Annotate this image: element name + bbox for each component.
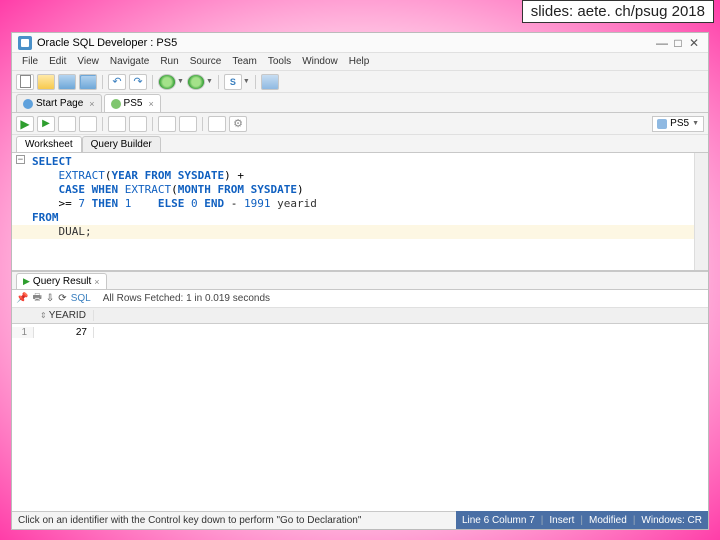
result-tabs: ▶ Query Result × — [12, 272, 708, 290]
column-header-yearid[interactable]: ⇕YEARID — [34, 310, 94, 321]
run-script-icon[interactable]: ▶ — [37, 116, 55, 132]
sort-icon: ⇕ — [40, 311, 47, 320]
menu-run[interactable]: Run — [156, 55, 182, 68]
worksheet-inner-tabs: Worksheet Query Builder — [12, 135, 708, 153]
save-icon[interactable] — [58, 74, 76, 90]
page-icon — [23, 99, 33, 109]
statusbar-right: Line 6 Column 7 | Insert | Modified | Wi… — [456, 511, 708, 529]
close-tab-icon[interactable]: × — [89, 99, 94, 109]
undo-icon[interactable] — [108, 74, 126, 90]
back-icon[interactable] — [158, 74, 176, 90]
scrollbar[interactable] — [694, 153, 708, 270]
menu-help[interactable]: Help — [345, 55, 374, 68]
sql-label: SQL — [71, 293, 91, 304]
clear-icon[interactable] — [208, 116, 226, 132]
connection-name: PS5 — [670, 118, 689, 129]
tab-ps5[interactable]: PS5 × — [104, 94, 161, 112]
result-icon: ▶ — [23, 276, 30, 287]
chevron-down-icon[interactable]: ▼ — [243, 78, 250, 85]
status-modified: Modified — [589, 515, 627, 526]
row-number: 1 — [12, 327, 34, 338]
status-platform: Windows: CR — [641, 515, 702, 526]
result-tab-label: Query Result — [33, 276, 91, 287]
tab-query-builder[interactable]: Query Builder — [82, 136, 161, 152]
status-linecol: Line 6 Column 7 — [462, 515, 535, 526]
db-icon[interactable] — [261, 74, 279, 90]
save-all-icon[interactable] — [79, 74, 97, 90]
pin-icon[interactable]: 📌 — [16, 293, 28, 304]
new-icon[interactable] — [16, 74, 34, 90]
window-title: Oracle SQL Developer : PS5 — [37, 37, 177, 49]
forward-icon[interactable] — [187, 74, 205, 90]
chevron-down-icon[interactable]: ▼ — [206, 78, 213, 85]
titlebar: Oracle SQL Developer : PS5 — □ ✕ — [12, 33, 708, 53]
fetch-status: All Rows Fetched: 1 in 0.019 seconds — [103, 293, 270, 304]
worksheet-icon — [111, 99, 121, 109]
menu-tools[interactable]: Tools — [264, 55, 295, 68]
rollback-icon[interactable] — [158, 116, 176, 132]
result-toolbar: 📌 🖶 ⇩ ⟳ SQL All Rows Fetched: 1 in 0.019… — [12, 290, 708, 308]
close-tab-icon[interactable]: × — [148, 99, 153, 109]
fetch-icon[interactable]: ⟳ — [58, 293, 66, 304]
sql-editor[interactable]: − SELECT EXTRACT(YEAR FROM SYSDATE) + CA… — [12, 153, 708, 271]
menu-window[interactable]: Window — [298, 55, 342, 68]
unshared-icon[interactable] — [179, 116, 197, 132]
sql-tuning-icon[interactable] — [108, 116, 126, 132]
run-statement-icon[interactable]: ▶ — [16, 116, 34, 132]
sqldeveloper-window: Oracle SQL Developer : PS5 — □ ✕ File Ed… — [11, 32, 709, 530]
close-tab-icon[interactable]: × — [94, 277, 99, 287]
close-button[interactable]: ✕ — [686, 36, 702, 50]
open-icon[interactable] — [37, 74, 55, 90]
tab-start-page[interactable]: Start Page × — [16, 94, 102, 112]
result-panel: ▶ Query Result × 📌 🖶 ⇩ ⟳ SQL All Rows Fe… — [12, 271, 708, 511]
status-insert: Insert — [549, 515, 574, 526]
grid-header: ⇕YEARID — [12, 308, 708, 324]
cell-yearid: 27 — [34, 327, 94, 338]
explain-plan-icon[interactable] — [58, 116, 76, 132]
menu-team[interactable]: Team — [228, 55, 260, 68]
autotrace-icon[interactable] — [79, 116, 97, 132]
chevron-down-icon[interactable]: ▼ — [177, 78, 184, 85]
menu-file[interactable]: File — [18, 55, 42, 68]
tab-label: PS5 — [124, 98, 143, 109]
slide-url-banner: slides: aete. ch/psug 2018 — [522, 0, 714, 23]
app-icon — [18, 36, 32, 50]
chevron-down-icon: ▼ — [692, 120, 699, 127]
sql-icon[interactable] — [224, 74, 242, 90]
menu-edit[interactable]: Edit — [45, 55, 70, 68]
main-toolbar: ▼ ▼ ▼ — [12, 71, 708, 93]
settings-icon[interactable]: ⚙ — [229, 116, 247, 132]
maximize-button[interactable]: □ — [670, 36, 686, 50]
redo-icon[interactable] — [129, 74, 147, 90]
grid-row[interactable]: 1 27 — [12, 324, 708, 340]
tab-worksheet[interactable]: Worksheet — [16, 136, 82, 152]
tab-query-result[interactable]: ▶ Query Result × — [16, 273, 107, 289]
menubar: File Edit View Navigate Run Source Team … — [12, 53, 708, 71]
commit-icon[interactable] — [129, 116, 147, 132]
export-icon[interactable]: ⇩ — [46, 293, 54, 304]
document-tabs: Start Page × PS5 × — [12, 93, 708, 113]
minimize-button[interactable]: — — [654, 36, 670, 50]
menu-source[interactable]: Source — [186, 55, 226, 68]
result-grid[interactable]: ⇕YEARID 1 27 — [12, 308, 708, 511]
tab-label: Start Page — [36, 98, 83, 109]
connection-selector[interactable]: PS5 ▼ — [652, 116, 704, 132]
menu-view[interactable]: View — [73, 55, 103, 68]
worksheet-toolbar: ▶ ▶ ⚙ PS5 ▼ — [12, 113, 708, 135]
connection-icon — [657, 119, 667, 129]
print-icon[interactable]: 🖶 — [32, 290, 41, 307]
menu-navigate[interactable]: Navigate — [106, 55, 153, 68]
